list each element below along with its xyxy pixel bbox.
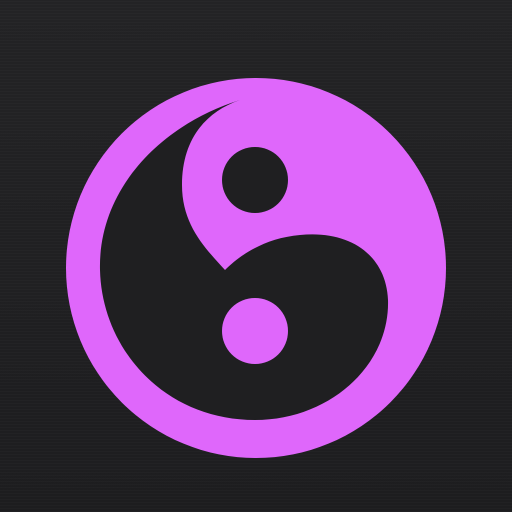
upper-dot (222, 147, 288, 213)
app-icon (0, 0, 512, 512)
lower-dot (222, 298, 288, 364)
yin-yang-icon (66, 78, 446, 458)
